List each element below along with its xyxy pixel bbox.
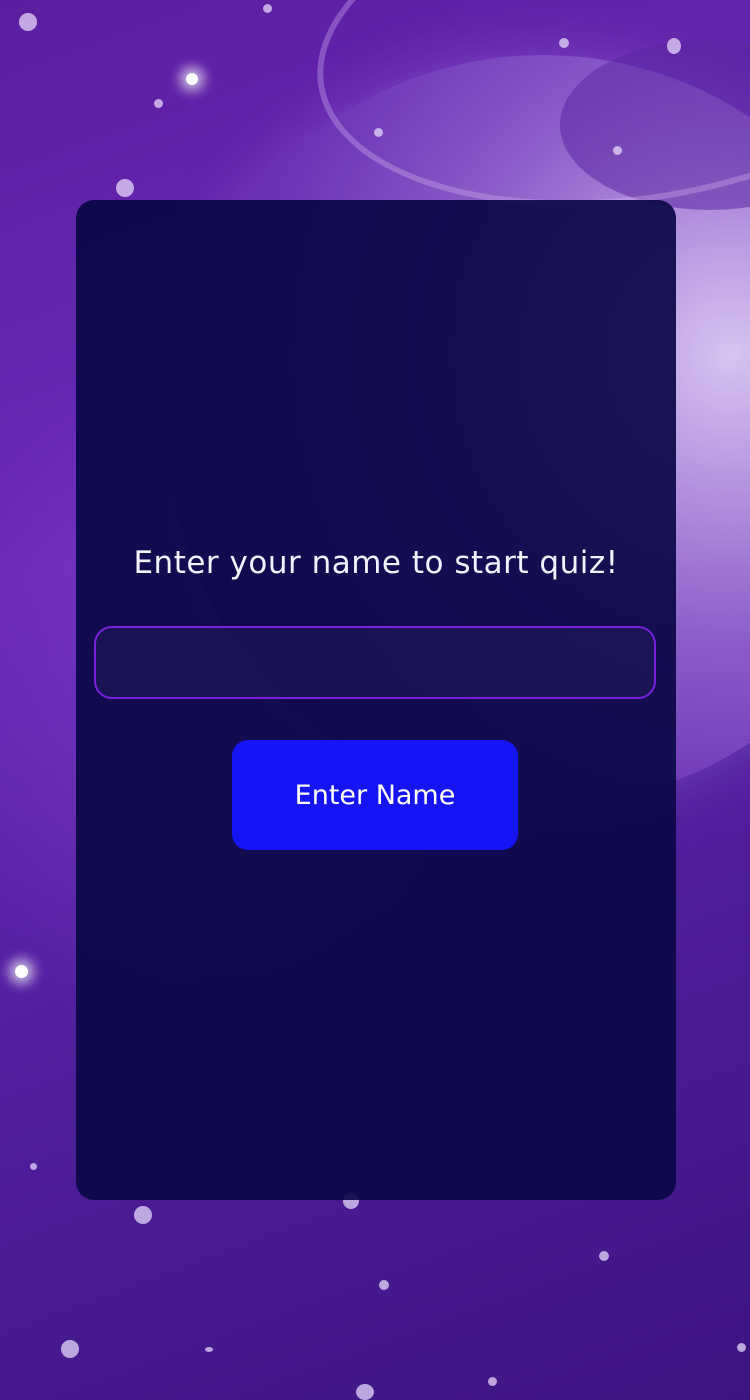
star [737, 1343, 746, 1352]
star [374, 128, 383, 137]
star [263, 4, 272, 13]
name-input[interactable] [94, 626, 656, 699]
quiz-start-card: Enter your name to start quiz! Enter Nam… [76, 200, 676, 1200]
star [19, 13, 37, 31]
enter-name-button[interactable]: Enter Name [232, 740, 518, 850]
card-content: Enter your name to start quiz! Enter Nam… [76, 200, 676, 1200]
star [116, 179, 134, 197]
star [488, 1377, 497, 1386]
quiz-prompt: Enter your name to start quiz! [133, 545, 619, 581]
star [667, 38, 681, 54]
star [134, 1206, 152, 1224]
star [205, 1347, 213, 1352]
star [356, 1384, 374, 1400]
star [613, 146, 622, 155]
star [379, 1280, 389, 1290]
star [30, 1163, 37, 1170]
star [154, 99, 163, 108]
star-glow [186, 73, 198, 85]
star [61, 1340, 79, 1358]
star [559, 38, 569, 48]
star [599, 1251, 609, 1261]
star-glow [15, 965, 28, 978]
